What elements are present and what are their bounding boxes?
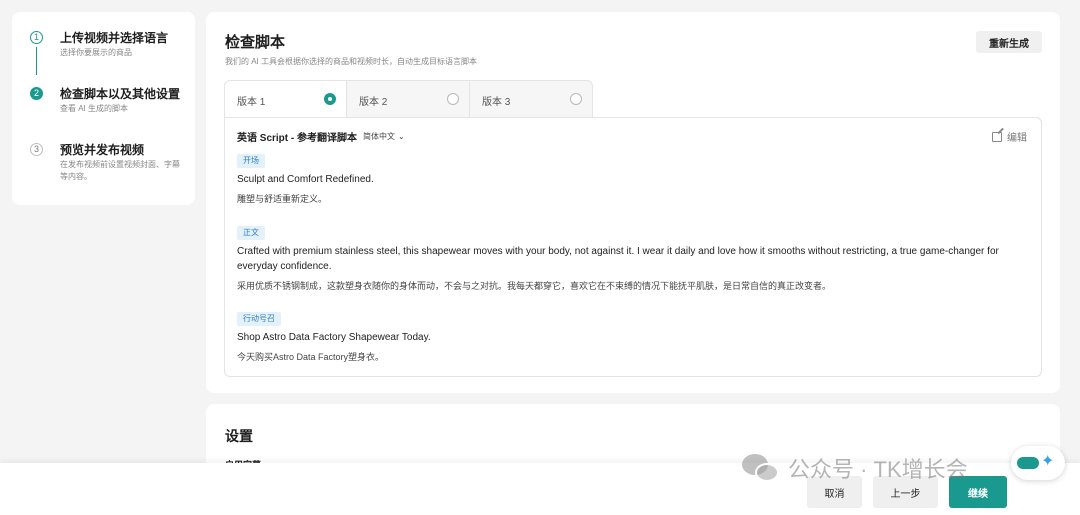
- step-title: 检查脚本以及其他设置: [60, 87, 181, 101]
- script-heading: 英语 Script - 参考翻译脚本 简体中文 ⌄: [237, 129, 405, 144]
- script-section-cta: 行动号召 Shop Astro Data Factory Shapewear T…: [237, 308, 1017, 364]
- translation-language-select[interactable]: 简体中文 ⌄: [363, 131, 405, 142]
- edit-button[interactable]: 编辑: [992, 129, 1027, 144]
- assistant-icon: [1017, 457, 1039, 469]
- script-text-en: Sculpt and Comfort Redefined.: [237, 174, 374, 185]
- section-tag: 行动号召: [237, 312, 281, 326]
- script-review-card: 检查脚本 我们的 AI 工具会根据你选择的商品和视频时长，自动生成目标语言脚本 …: [206, 12, 1060, 393]
- script-section-body: 正文 Crafted with premium stainless steel,…: [237, 222, 1017, 293]
- page-subtitle: 我们的 AI 工具会根据你选择的商品和视频时长，自动生成目标语言脚本: [225, 57, 478, 66]
- stepper: 1 上传视频并选择语言 选择你要展示的商品 2 检查脚本以及其他设置 查看 AI…: [12, 12, 195, 205]
- settings-title: 设置: [225, 428, 253, 444]
- tab-version-3[interactable]: 版本 3: [470, 80, 593, 118]
- section-tag: 开场: [237, 154, 265, 168]
- radio-icon[interactable]: [447, 93, 459, 105]
- script-text-zh: 采用优质不锈钢制成，这款塑身衣随你的身体而动，不会与之对抗。我每天都穿它，喜欢它…: [237, 281, 832, 291]
- continue-button[interactable]: 继续: [949, 476, 1007, 508]
- bottom-action-bar: 取消 上一步 继续: [0, 463, 1080, 515]
- radio-icon[interactable]: [570, 93, 582, 105]
- radio-selected-icon[interactable]: [324, 93, 336, 105]
- ai-assistant-button[interactable]: ✦: [1011, 446, 1065, 480]
- sparkle-icon: ✦: [1041, 453, 1055, 470]
- script-panel: 英语 Script - 参考翻译脚本 简体中文 ⌄ 编辑 开场 Sculpt a…: [224, 117, 1042, 377]
- step-number-3: 3: [30, 143, 43, 156]
- step-connector: [36, 47, 37, 75]
- step-desc: 选择你要展示的商品: [60, 48, 132, 57]
- tab-label: 版本 2: [359, 97, 388, 108]
- tab-version-2[interactable]: 版本 2: [347, 80, 470, 118]
- regenerate-button[interactable]: 重新生成: [976, 31, 1042, 53]
- step-title: 预览并发布视频: [60, 143, 145, 157]
- edit-label: 编辑: [1007, 133, 1027, 144]
- script-text-en: Crafted with premium stainless steel, th…: [237, 246, 999, 272]
- lang-select-value: 简体中文: [363, 132, 396, 141]
- edit-icon: [992, 131, 1002, 142]
- step-number-1: 1: [30, 31, 43, 44]
- step-title: 上传视频并选择语言: [60, 31, 169, 45]
- step-preview-publish[interactable]: 3 预览并发布视频 在发布视频前设置视频封面、字幕等内容。: [30, 142, 195, 198]
- step-desc: 在发布视频前设置视频封面、字幕等内容。: [60, 160, 180, 181]
- previous-button[interactable]: 上一步: [873, 476, 938, 508]
- chevron-down-icon: ⌄: [398, 132, 405, 141]
- script-heading-text: 英语 Script - 参考翻译脚本: [237, 133, 358, 144]
- script-text-zh: 今天购买Astro Data Factory塑身衣。: [237, 352, 385, 362]
- page-title: 检查脚本: [225, 34, 286, 51]
- tab-label: 版本 1: [237, 97, 266, 108]
- section-tag: 正文: [237, 226, 265, 240]
- tab-label: 版本 3: [482, 97, 511, 108]
- script-text-en: Shop Astro Data Factory Shapewear Today.: [237, 332, 431, 343]
- script-text-zh: 雕塑与舒适重新定义。: [237, 194, 328, 204]
- step-desc: 查看 AI 生成的脚本: [60, 104, 129, 113]
- script-section-opening: 开场 Sculpt and Comfort Redefined. 雕塑与舒适重新…: [237, 150, 1017, 206]
- tab-version-1[interactable]: 版本 1: [224, 80, 347, 118]
- cancel-button[interactable]: 取消: [807, 476, 862, 508]
- step-upload[interactable]: 1 上传视频并选择语言 选择你要展示的商品: [30, 30, 195, 86]
- version-tabs: 版本 1 版本 2 版本 3: [224, 80, 593, 118]
- step-review-script[interactable]: 2 检查脚本以及其他设置 查看 AI 生成的脚本: [30, 86, 195, 142]
- step-number-2: 2: [30, 87, 43, 100]
